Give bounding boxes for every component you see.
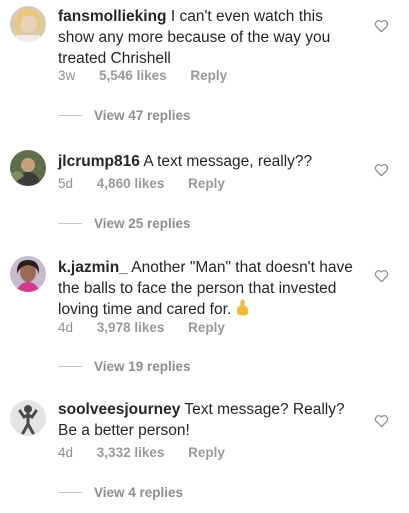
view-replies-label[interactable]: View 47 replies xyxy=(94,108,191,123)
avatar[interactable] xyxy=(10,400,46,436)
avatar[interactable] xyxy=(10,6,46,42)
avatar[interactable] xyxy=(10,150,46,186)
heart-outline-icon[interactable] xyxy=(374,163,389,177)
username[interactable]: jlcrump816 xyxy=(58,153,140,170)
comment-time: 3w xyxy=(58,68,76,83)
reply-button[interactable]: Reply xyxy=(188,445,225,460)
heart-outline-icon[interactable] xyxy=(374,414,389,428)
comment-meta: 3w 5,546 likes Reply xyxy=(58,68,247,83)
comment-body: fansmollieking I can't even watch this s… xyxy=(58,6,358,69)
view-replies-label[interactable]: View 25 replies xyxy=(94,216,191,231)
view-replies-button[interactable]: View 4 replies xyxy=(58,485,183,500)
heart-outline-icon[interactable] xyxy=(374,19,389,33)
comment-time: 5d xyxy=(58,176,74,191)
view-replies-button[interactable]: View 19 replies xyxy=(58,359,191,374)
view-replies-label[interactable]: View 4 replies xyxy=(94,485,183,500)
replies-divider xyxy=(58,366,82,367)
replies-divider xyxy=(58,223,82,224)
view-replies-button[interactable]: View 47 replies xyxy=(58,108,191,123)
comment-body: jlcrump816 A text message, really?? xyxy=(58,151,358,172)
view-replies-label[interactable]: View 19 replies xyxy=(94,359,191,374)
comment-text: A text message, really?? xyxy=(143,153,313,170)
likes-count[interactable]: 3,332 likes xyxy=(97,445,165,460)
comment-time: 4d xyxy=(58,320,74,335)
view-replies-button[interactable]: View 25 replies xyxy=(58,216,191,231)
username[interactable]: soolveesjourney xyxy=(58,401,180,418)
comment-time: 4d xyxy=(58,445,74,460)
pointing-up-emoji xyxy=(236,299,248,316)
likes-count[interactable]: 5,546 likes xyxy=(99,68,167,83)
username[interactable]: k.jazmin_ xyxy=(58,259,128,276)
replies-divider xyxy=(58,115,82,116)
avatar[interactable] xyxy=(10,256,46,292)
comment-meta: 4d 3,332 likes Reply xyxy=(58,445,245,460)
replies-divider xyxy=(58,492,82,493)
comment-meta: 4d 3,978 likes Reply xyxy=(58,320,245,335)
likes-count[interactable]: 3,978 likes xyxy=(97,320,165,335)
reply-button[interactable]: Reply xyxy=(188,320,225,335)
likes-count[interactable]: 4,860 likes xyxy=(97,176,165,191)
reply-button[interactable]: Reply xyxy=(190,68,227,83)
comment-body: soolveesjourney Text message? Really? Be… xyxy=(58,399,358,441)
comment-meta: 5d 4,860 likes Reply xyxy=(58,176,245,191)
comment-body: k.jazmin_ Another "Man" that doesn't hav… xyxy=(58,257,358,320)
heart-outline-icon[interactable] xyxy=(374,269,389,283)
username[interactable]: fansmollieking xyxy=(58,8,167,25)
reply-button[interactable]: Reply xyxy=(188,176,225,191)
